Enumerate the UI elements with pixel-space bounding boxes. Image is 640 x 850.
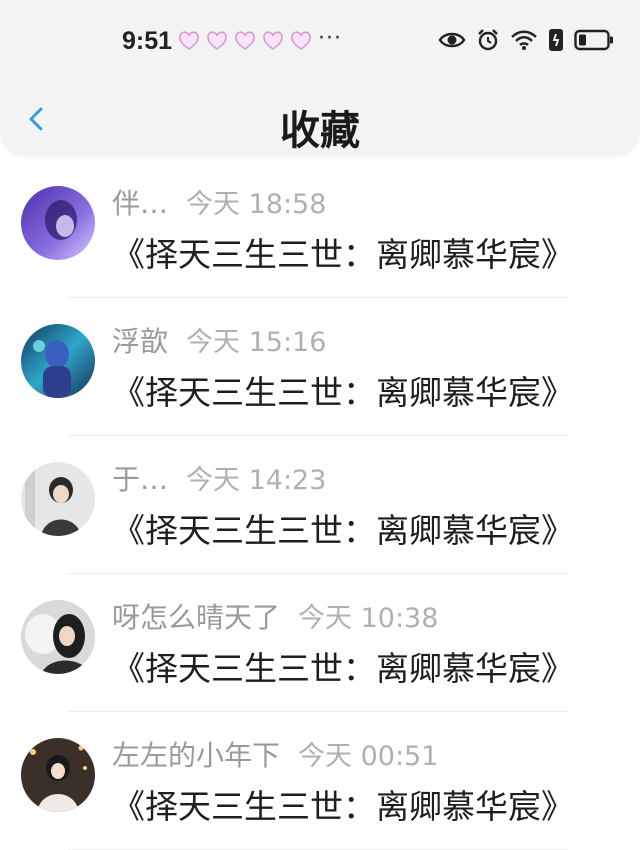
list-item[interactable]: 左左的小年下 今天 00:51 《择天三生三世：离卿慕华宸》 (0, 712, 640, 850)
avatar[interactable] (21, 738, 95, 812)
header: 收藏 (0, 82, 640, 156)
timestamp: 今天 00:51 (298, 741, 439, 772)
user-name: 伴… (112, 187, 169, 220)
alarm-icon (478, 29, 498, 51)
item-content: 《择天三生三世：离卿慕华宸》 (112, 511, 574, 550)
user-name: 呀怎么晴天了 (112, 601, 281, 634)
heart-icon (263, 31, 283, 50)
timestamp: 今天 10:38 (298, 603, 439, 634)
avatar[interactable] (21, 324, 95, 398)
status-icons (438, 28, 614, 52)
user-name: 于… (112, 463, 169, 496)
favorites-list: 伴… 今天 18:58 《择天三生三世：离卿慕华宸》 浮歆 今天 15:16 《… (0, 160, 640, 850)
battery-icon (574, 29, 613, 51)
page-title: 收藏 (280, 108, 360, 154)
user-name: 浮歆 (112, 325, 169, 358)
wifi-icon (511, 30, 537, 50)
status-bar: 9:51 ··· (0, 0, 640, 82)
item-content: 《择天三生三世：离卿慕华宸》 (112, 235, 574, 274)
user-name: 左左的小年下 (112, 739, 281, 772)
list-item[interactable]: 伴… 今天 18:58 《择天三生三世：离卿慕华宸》 (0, 160, 640, 298)
list-item[interactable]: 浮歆 今天 15:16 《择天三生三世：离卿慕华宸》 (0, 298, 640, 436)
timestamp: 今天 14:23 (186, 465, 327, 496)
timestamp: 今天 15:16 (186, 327, 327, 358)
more-notifications-icon: ··· (318, 26, 342, 51)
status-time: 9:51 (122, 27, 173, 55)
avatar[interactable] (21, 186, 95, 260)
list-item[interactable]: 于… 今天 14:23 《择天三生三世：离卿慕华宸》 (0, 436, 640, 574)
item-content: 《择天三生三世：离卿慕华宸》 (112, 649, 574, 688)
notification-icons (178, 31, 312, 51)
timestamp: 今天 18:58 (186, 189, 327, 220)
heart-icon (207, 31, 227, 50)
avatar[interactable] (21, 600, 95, 674)
heart-icon (291, 31, 311, 50)
heart-icon (179, 31, 199, 50)
item-content: 《择天三生三世：离卿慕华宸》 (112, 787, 574, 826)
avatar[interactable] (21, 462, 95, 536)
list-item[interactable]: 呀怎么晴天了 今天 10:38 《择天三生三世：离卿慕华宸》 (0, 574, 640, 712)
sim-icon (549, 29, 563, 51)
item-content: 《择天三生三世：离卿慕华宸》 (112, 373, 574, 412)
eye-icon (438, 32, 466, 48)
heart-icon (235, 31, 255, 50)
